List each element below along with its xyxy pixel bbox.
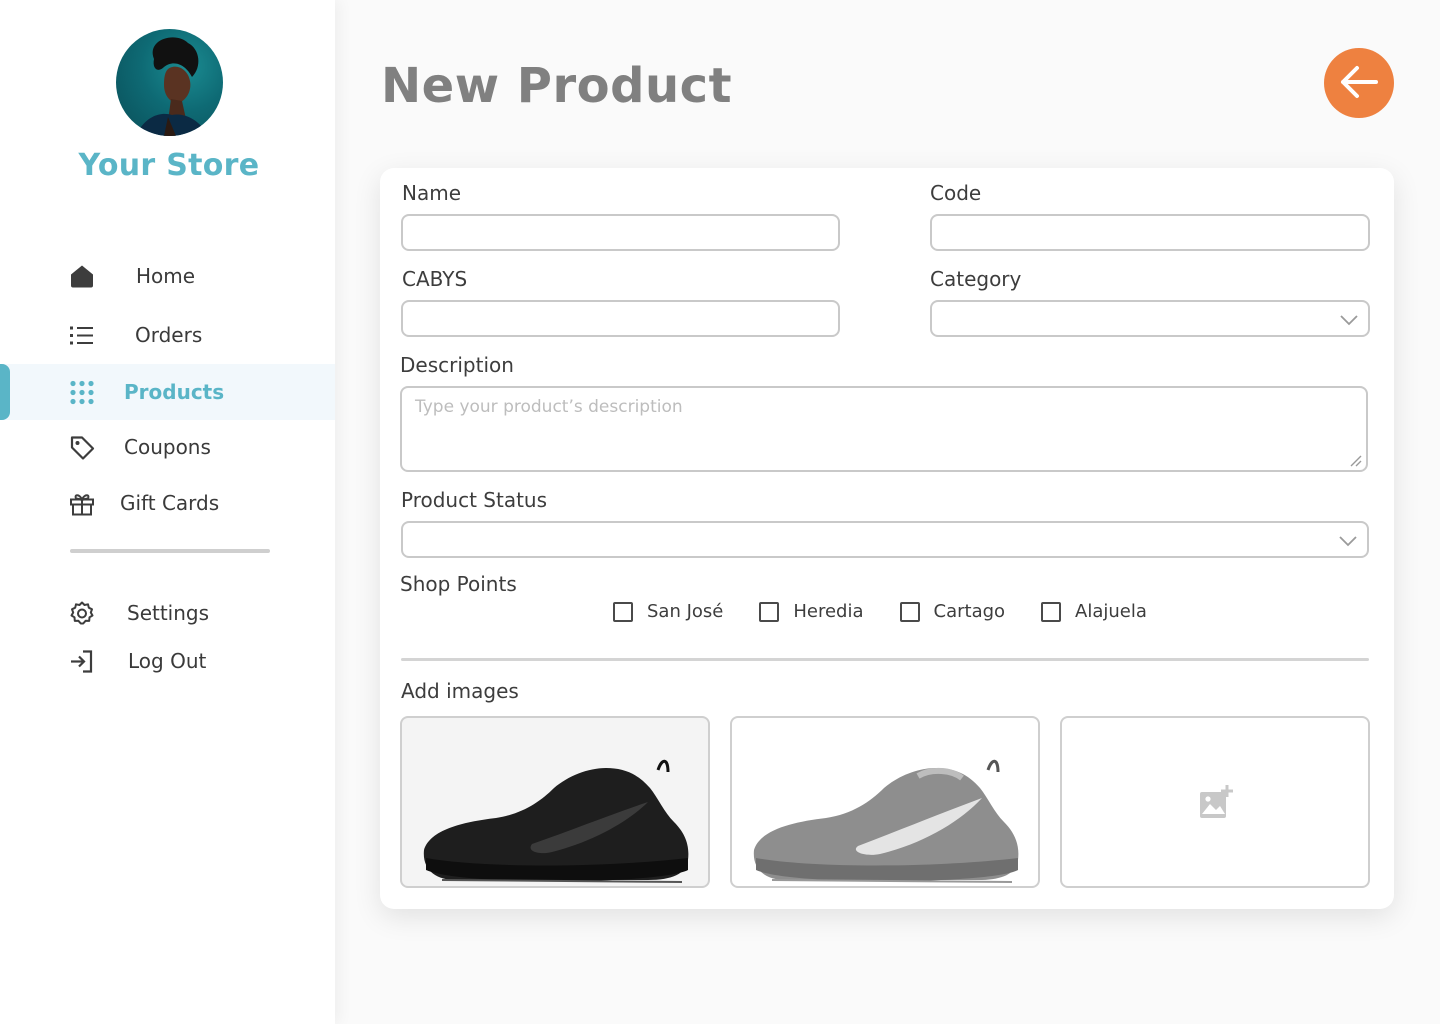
sidebar-item-coupons[interactable]: Coupons xyxy=(0,419,335,475)
add-image-slot[interactable] xyxy=(1060,716,1370,888)
store-name: Your Store xyxy=(78,148,260,183)
chevron-down-icon xyxy=(1340,311,1358,330)
sidebar-item-label: Orders xyxy=(135,323,203,347)
sidebar-divider xyxy=(70,549,270,553)
list-icon xyxy=(68,322,95,349)
checkbox-box[interactable] xyxy=(899,601,920,622)
home-icon xyxy=(68,263,95,290)
category-select[interactable] xyxy=(930,300,1370,337)
sidebar-item-products[interactable]: Products xyxy=(0,364,335,420)
code-label: Code xyxy=(930,181,982,205)
code-input[interactable] xyxy=(930,214,1370,251)
product-image-2[interactable] xyxy=(730,716,1040,888)
sidebar-item-label: Settings xyxy=(127,601,210,625)
checkbox-heredia[interactable]: Heredia xyxy=(759,601,864,622)
sidebar-item-label: Products xyxy=(124,380,225,404)
gift-icon xyxy=(68,490,95,517)
shop-points-label: Shop Points xyxy=(400,572,517,596)
checkbox-san-jose[interactable]: San José xyxy=(613,601,723,622)
product-image-1[interactable] xyxy=(400,716,710,888)
product-status-select[interactable] xyxy=(401,521,1369,558)
sidebar-item-orders[interactable]: Orders xyxy=(0,307,335,363)
active-indicator xyxy=(0,364,10,420)
checkbox-box[interactable] xyxy=(1041,601,1062,622)
cabys-label: CABYS xyxy=(402,267,468,291)
sidebar-item-gift-cards[interactable]: Gift Cards xyxy=(0,475,335,531)
avatar[interactable] xyxy=(116,29,223,136)
checkbox-box[interactable] xyxy=(759,601,780,622)
checkbox-label: Alajuela xyxy=(1075,601,1147,622)
checkbox-label: San José xyxy=(647,601,724,622)
logout-icon xyxy=(68,648,95,675)
arrow-left-icon xyxy=(1339,65,1379,102)
back-button[interactable] xyxy=(1324,48,1394,118)
sidebar-item-log-out[interactable]: Log Out xyxy=(0,633,335,689)
shop-points-group: San José Heredia Cartago Alajuela xyxy=(613,601,1183,622)
sidebar-item-label: Coupons xyxy=(124,435,211,459)
sidebar-item-label: Gift Cards xyxy=(120,491,220,515)
add-images-label: Add images xyxy=(401,679,519,703)
checkbox-label: Heredia xyxy=(793,601,864,622)
grid-dots-icon xyxy=(68,379,95,406)
sidebar-item-home[interactable]: Home xyxy=(0,248,335,304)
new-product-form: Name Code CABYS Category Description Pro… xyxy=(380,168,1394,909)
checkbox-cartago[interactable]: Cartago xyxy=(899,601,1006,622)
checkbox-alajuela[interactable]: Alajuela xyxy=(1041,601,1147,622)
form-divider xyxy=(401,658,1369,661)
sneaker-image xyxy=(423,759,689,883)
name-label: Name xyxy=(402,181,462,205)
description-label: Description xyxy=(400,353,514,377)
gear-icon xyxy=(68,600,95,627)
page-title: New Product xyxy=(381,58,733,114)
description-textarea[interactable] xyxy=(400,386,1368,472)
sidebar: Your Store Home Orders Products Coupons … xyxy=(0,0,335,1024)
profile-photo xyxy=(136,37,208,136)
checkbox-box[interactable] xyxy=(613,601,633,622)
name-input[interactable] xyxy=(401,214,840,251)
tag-icon xyxy=(68,434,95,461)
category-label: Category xyxy=(930,267,1022,291)
checkbox-label: Cartago xyxy=(933,601,1006,622)
sidebar-item-label: Log Out xyxy=(128,649,207,673)
cabys-input[interactable] xyxy=(401,300,840,337)
product-status-label: Product Status xyxy=(401,488,548,512)
resize-grip-icon[interactable] xyxy=(1348,452,1366,471)
chevron-down-icon xyxy=(1339,532,1357,551)
sneaker-image xyxy=(753,759,1019,883)
sidebar-item-label: Home xyxy=(136,264,196,288)
